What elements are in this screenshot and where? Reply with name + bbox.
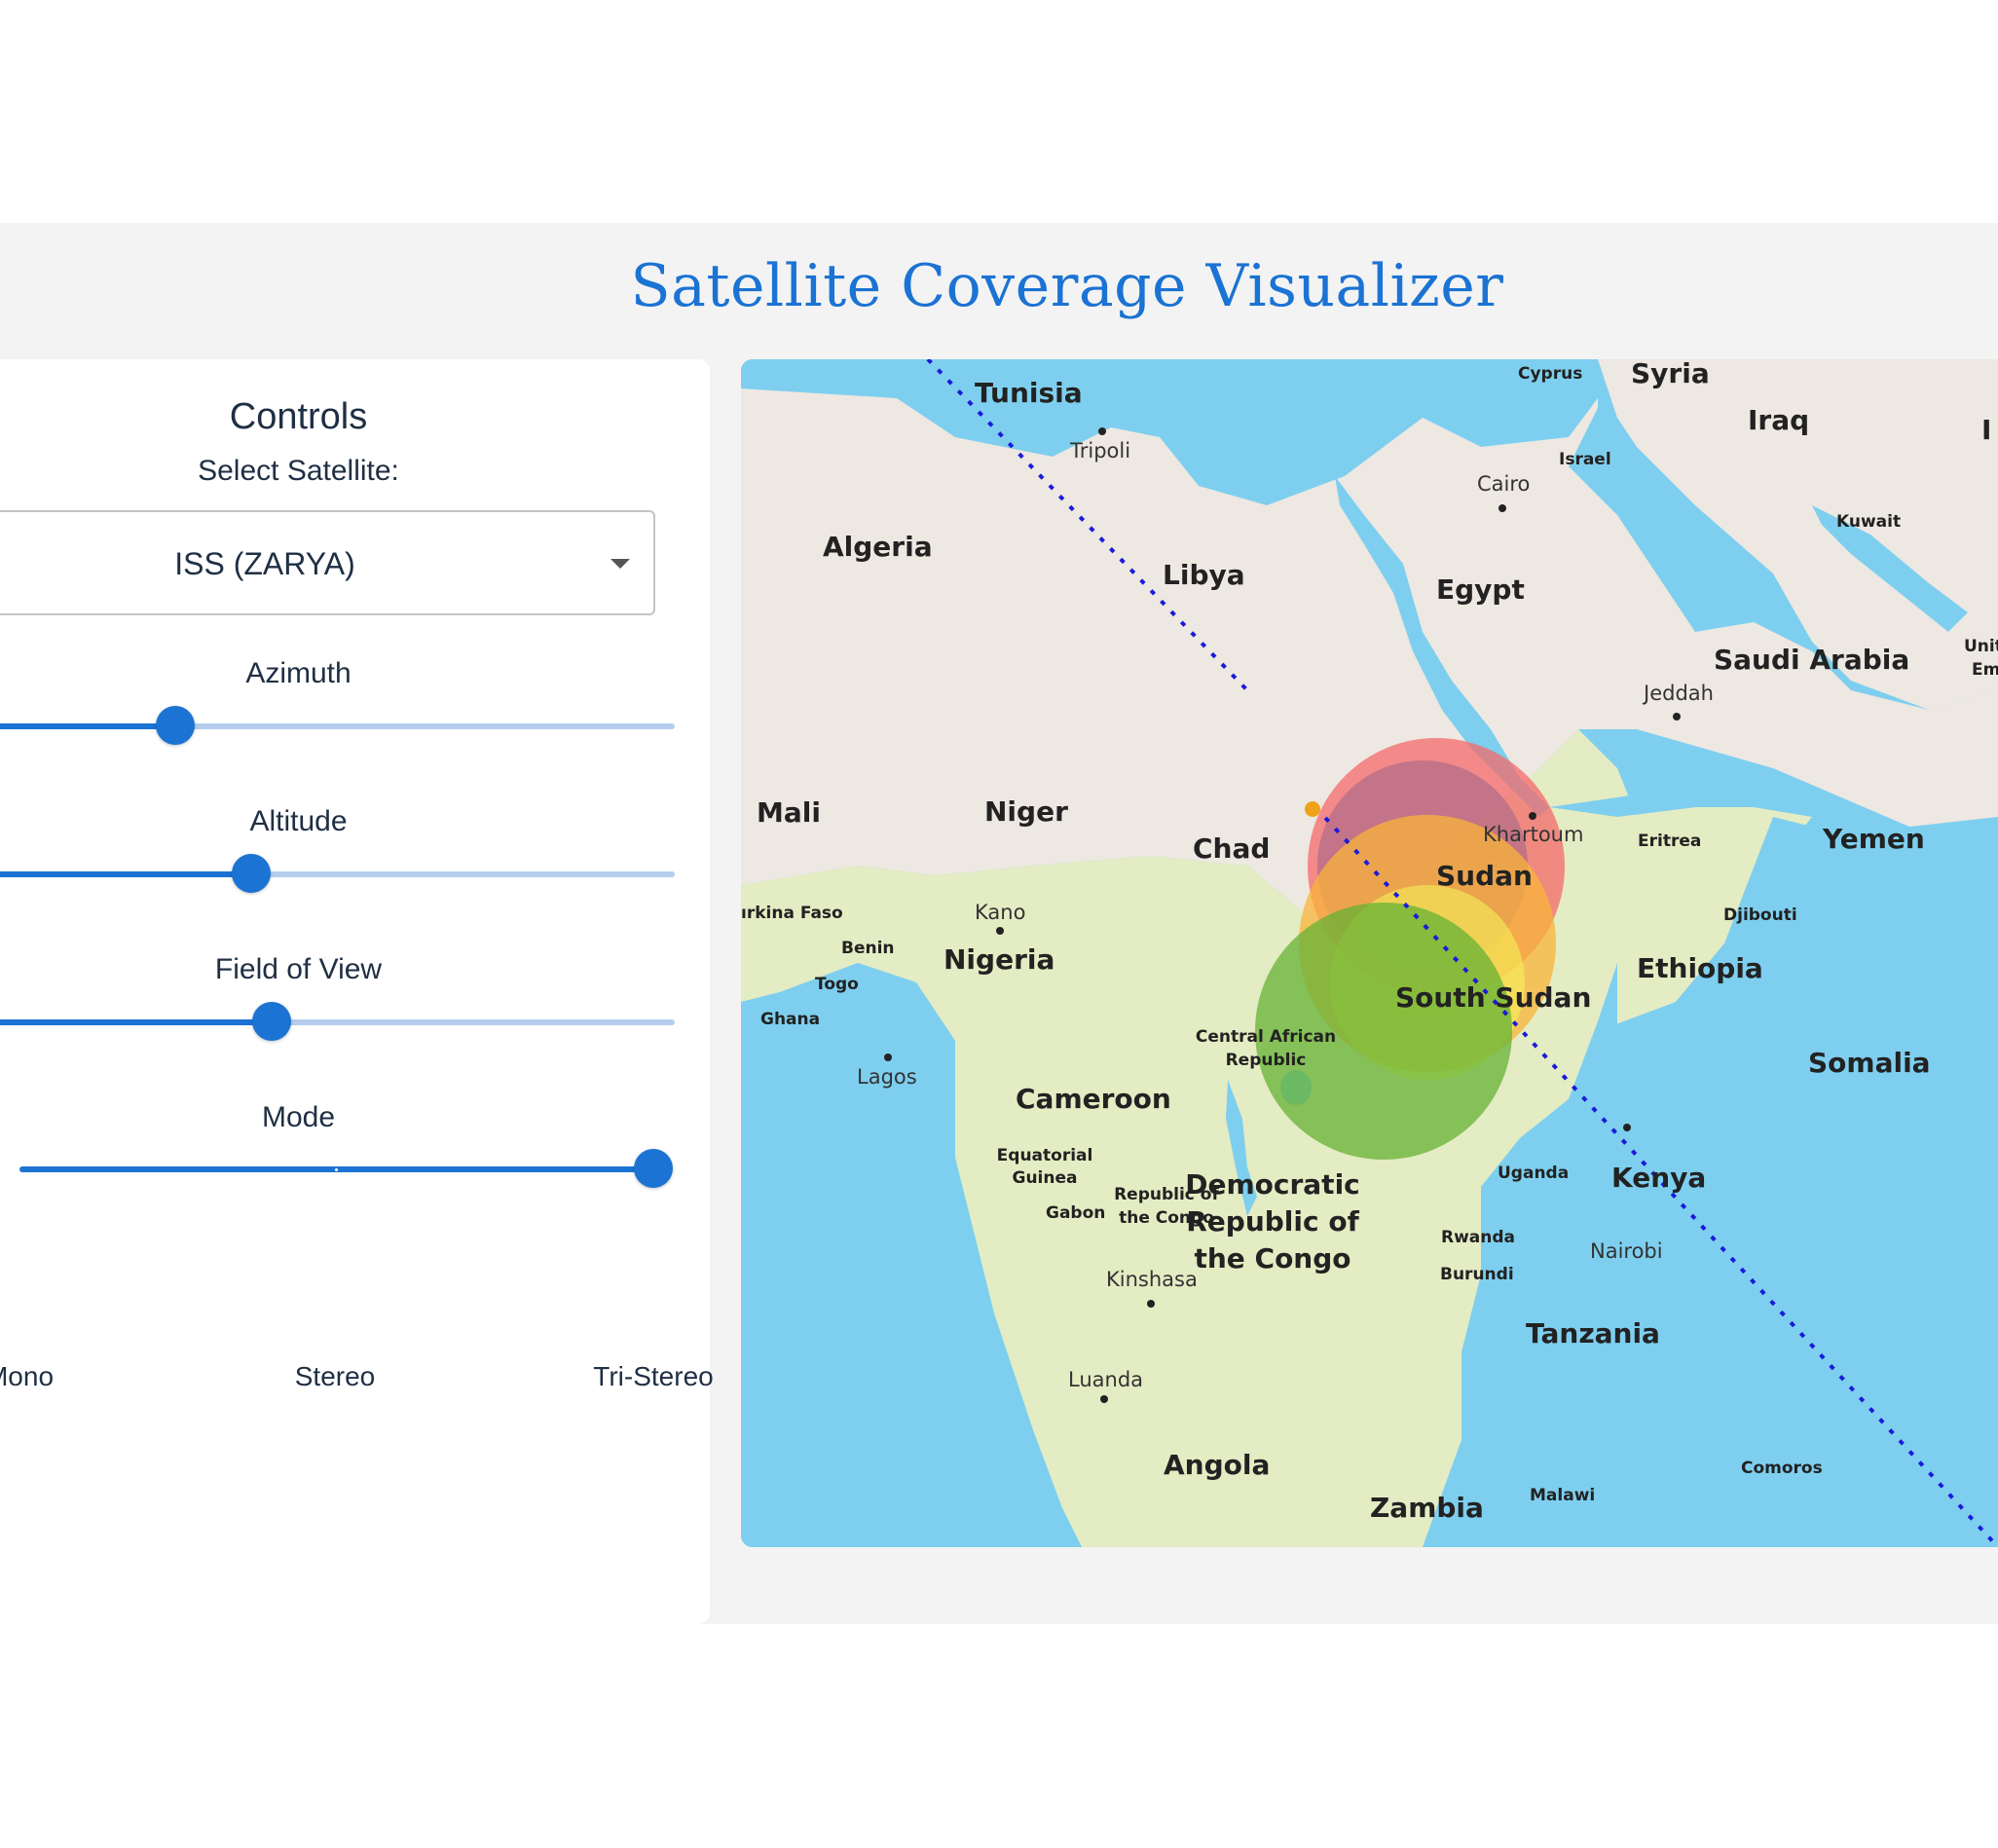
city-dot-kinshasa	[1147, 1300, 1155, 1308]
country-label-tanzania: Tanzania	[1526, 1317, 1660, 1349]
altitude-slider-fill	[0, 871, 252, 877]
field-of-view-slider-fill	[0, 1019, 273, 1025]
altitude-label: Altitude	[249, 805, 348, 837]
small-label-israel: Israel	[1559, 450, 1611, 469]
city-dot-tripoli	[1098, 427, 1106, 435]
small-label-roc-line2: the Congo	[1119, 1208, 1214, 1228]
city-dot-khartoum	[1529, 812, 1536, 820]
small-label-kuwait: Kuwait	[1836, 512, 1901, 532]
field-of-view-label: Field of View	[214, 953, 383, 985]
city-label-lagos: Lagos	[857, 1065, 917, 1089]
azimuth-slider[interactable]	[0, 706, 675, 745]
small-label-malawi: Malawi	[1530, 1486, 1595, 1505]
country-label-ethiopia: Ethiopia	[1637, 952, 1763, 984]
country-label-drc-line3: the Congo	[1194, 1242, 1350, 1275]
small-label-cyprus: Cyprus	[1518, 364, 1582, 384]
chevron-down-icon[interactable]	[610, 559, 630, 569]
small-label-eq-guinea-line1: Equatorial	[997, 1146, 1093, 1165]
select-satellite-label: Select Satellite:	[198, 455, 399, 487]
mode-tick-stereo	[335, 1168, 338, 1171]
small-label-ghana: Ghana	[760, 1010, 820, 1029]
small-label-djibouti: Djibouti	[1723, 906, 1797, 925]
mode-label: Mode	[261, 1101, 336, 1133]
small-label-burkina-faso: ırkina Faso	[741, 904, 843, 923]
country-label-tunisia: Tunisia	[975, 377, 1083, 409]
city-dot-nairobi	[1623, 1124, 1631, 1131]
country-label-egypt: Egypt	[1436, 573, 1525, 606]
country-label-saudi-arabia: Saudi Arabia	[1714, 644, 1909, 676]
azimuth-label: Azimuth	[245, 657, 352, 689]
azimuth-slider-thumb[interactable]	[155, 706, 195, 745]
country-label-angola: Angola	[1164, 1449, 1270, 1481]
country-label-libya: Libya	[1163, 559, 1245, 591]
city-label-khartoum: Khartoum	[1483, 823, 1583, 846]
mode-slider[interactable]	[19, 1149, 673, 1188]
altitude-slider[interactable]	[0, 854, 675, 893]
field-of-view-slider-thumb[interactable]	[252, 1002, 292, 1041]
small-label-rwanda: Rwanda	[1441, 1228, 1515, 1247]
small-label-eq-guinea-line2: Guinea	[1013, 1168, 1078, 1188]
country-label-iran-partial: I	[1981, 414, 1991, 446]
satellite-select[interactable]: ISS (ZARYA)	[0, 510, 655, 615]
small-label-roc-line1: Republic of	[1114, 1185, 1219, 1204]
city-label-kano: Kano	[975, 901, 1025, 924]
country-label-kenya: Kenya	[1611, 1162, 1706, 1194]
field-of-view-slider[interactable]	[0, 1002, 675, 1041]
country-label-zambia: Zambia	[1370, 1492, 1484, 1524]
country-label-iraq: Iraq	[1748, 404, 1809, 436]
app-background: Satellite Coverage Visualizer Controls S…	[0, 223, 1998, 1624]
azimuth-slider-fill	[0, 723, 175, 729]
coverage-map[interactable]: Tunisia Syria Iraq Algeria Libya Egypt S…	[741, 359, 1998, 1547]
city-label-tripoli: Tripoli	[1069, 439, 1130, 462]
small-label-benin: Benin	[841, 939, 895, 958]
small-label-car-line2: Republic	[1226, 1051, 1307, 1070]
controls-panel: Controls Select Satellite: ISS (ZARYA) A…	[0, 359, 714, 1624]
altitude-slider-thumb[interactable]	[232, 854, 272, 893]
country-label-algeria: Algeria	[823, 531, 933, 563]
satellite-select-value: ISS (ZARYA)	[174, 546, 355, 581]
city-label-cairo: Cairo	[1477, 472, 1530, 496]
small-label-car-line1: Central African	[1196, 1027, 1336, 1047]
city-label-luanda: Luanda	[1068, 1368, 1143, 1391]
country-label-niger: Niger	[984, 795, 1068, 828]
country-label-nigeria: Nigeria	[944, 943, 1054, 976]
mode-slider-thumb[interactable]	[634, 1149, 673, 1188]
small-label-uae-line2: Em	[1972, 660, 1998, 680]
city-label-nairobi: Nairobi	[1590, 1239, 1663, 1263]
country-label-south-sudan: South Sudan	[1395, 981, 1591, 1014]
controls-title: Controls	[229, 396, 368, 437]
city-dot-lagos	[884, 1053, 892, 1061]
page-title: Satellite Coverage Visualizer	[630, 252, 1504, 320]
country-label-cameroon: Cameroon	[1016, 1083, 1171, 1115]
small-label-comoros: Comoros	[1741, 1459, 1823, 1478]
mode-option-mono[interactable]: Mono	[0, 1361, 54, 1392]
city-dot-kano	[996, 927, 1004, 935]
map-canvas[interactable]: Tunisia Syria Iraq Algeria Libya Egypt S…	[741, 359, 1998, 1547]
small-label-uganda: Uganda	[1498, 1164, 1569, 1183]
small-label-togo: Togo	[815, 975, 859, 994]
city-dot-luanda	[1100, 1395, 1108, 1403]
small-label-gabon: Gabon	[1046, 1203, 1105, 1223]
country-label-somalia: Somalia	[1808, 1047, 1931, 1079]
country-label-yemen: Yemen	[1822, 823, 1925, 855]
city-dot-jeddah	[1673, 713, 1681, 721]
city-label-jeddah: Jeddah	[1642, 682, 1714, 705]
small-label-eritrea: Eritrea	[1638, 832, 1701, 851]
small-label-burundi: Burundi	[1440, 1265, 1514, 1284]
country-label-syria: Syria	[1631, 359, 1710, 389]
country-label-mali: Mali	[757, 796, 821, 829]
satellite-marker[interactable]	[1305, 801, 1320, 817]
mode-option-tri-stereo[interactable]: Tri-Stereo	[593, 1361, 713, 1392]
mode-option-stereo[interactable]: Stereo	[295, 1361, 376, 1392]
city-dot-cairo	[1498, 504, 1506, 512]
small-label-uae-line1: Unit	[1964, 637, 1998, 656]
country-label-chad: Chad	[1193, 832, 1270, 865]
city-label-kinshasa: Kinshasa	[1106, 1268, 1198, 1291]
country-label-sudan: Sudan	[1436, 860, 1533, 892]
